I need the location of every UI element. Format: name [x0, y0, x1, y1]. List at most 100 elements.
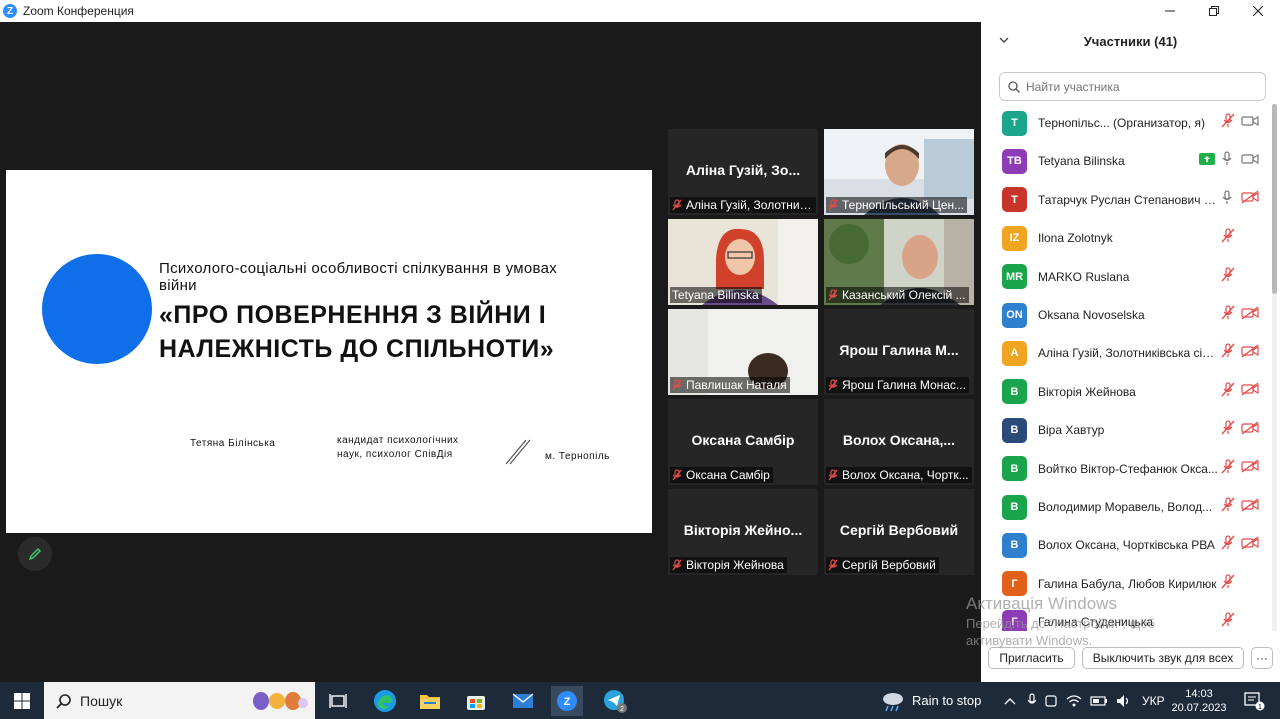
task-view-button[interactable] — [322, 686, 354, 716]
participant-list-scrollbar[interactable] — [1272, 104, 1277, 631]
mic-icon[interactable] — [1221, 151, 1233, 171]
mic-muted-icon[interactable] — [1221, 497, 1235, 517]
video-tile[interactable]: Оксана Самбір Оксана Самбір — [668, 399, 818, 485]
video-tile[interactable]: Сергій Вербовий Сергій Вербовий — [824, 489, 974, 575]
tile-name-label: Вікторія Жейнова — [670, 557, 787, 573]
zoom-taskbar-button[interactable]: Z — [551, 686, 583, 716]
video-tile[interactable]: Тернопільський Цен... — [824, 129, 974, 215]
windows-logo-icon — [14, 693, 30, 709]
mic-muted-icon[interactable] — [1221, 305, 1235, 325]
speaker-icon[interactable] — [1116, 694, 1132, 708]
language-indicator[interactable]: УКР — [1142, 694, 1165, 708]
mic-muted-icon[interactable] — [1221, 228, 1235, 248]
participant-search-box[interactable] — [999, 72, 1266, 101]
video-tile[interactable]: Казанський Олексій ... — [824, 219, 974, 305]
edge-browser-icon — [374, 690, 396, 712]
svg-text:2: 2 — [620, 706, 624, 713]
camera-icon[interactable] — [1241, 114, 1259, 132]
mic-muted-icon[interactable] — [1221, 535, 1235, 555]
tile-name-label: Тернопільський Цен... — [826, 197, 968, 213]
taskbar-search-box[interactable]: Пошук — [44, 682, 315, 719]
video-tile[interactable]: Волох Оксана,... Волох Оксана, Чортк... — [824, 399, 974, 485]
start-button[interactable] — [6, 686, 38, 716]
cloud-tray-icon[interactable] — [1044, 694, 1058, 708]
camera-off-icon[interactable] — [1241, 459, 1259, 478]
participant-row[interactable]: В Вікторія Жейнова — [981, 373, 1273, 411]
mic-muted-icon[interactable] — [1221, 113, 1235, 133]
participant-avatar: В — [1002, 379, 1027, 405]
camera-off-icon[interactable] — [1241, 497, 1259, 517]
notifications-button[interactable]: 1 — [1238, 686, 1270, 716]
video-tile[interactable]: Павлишак Наталя — [668, 309, 818, 395]
annotate-pen-button[interactable] — [18, 537, 52, 571]
participant-search-input[interactable] — [1026, 79, 1246, 94]
mic-muted-icon[interactable] — [1221, 458, 1235, 479]
camera-off-icon[interactable] — [1241, 305, 1259, 325]
file-explorer-taskbar-button[interactable] — [414, 686, 446, 716]
video-tile[interactable]: Вікторія Жейно... Вікторія Жейнова — [668, 489, 818, 575]
mail-icon — [512, 693, 534, 708]
restore-button[interactable] — [1192, 0, 1236, 22]
mic-muted-icon[interactable] — [1221, 382, 1235, 402]
video-tile-active-speaker[interactable]: Tetyana Bilinska — [668, 219, 818, 305]
slide-blue-circle — [42, 254, 152, 364]
mic-muted-icon[interactable] — [1221, 574, 1235, 594]
close-button[interactable] — [1236, 0, 1280, 22]
camera-off-icon[interactable] — [1241, 382, 1259, 401]
tile-name-label: Павлишак Наталя — [670, 377, 790, 393]
mic-muted-icon[interactable] — [1221, 266, 1235, 287]
participant-row[interactable]: Т Татарчук Руслан Степанович З... — [981, 181, 1273, 219]
weather-widget[interactable]: Rain to stop — [880, 682, 981, 719]
participant-row[interactable]: ON Oksana Novoselska — [981, 296, 1273, 334]
participant-avatar: TB — [1002, 148, 1027, 174]
participant-avatar: В — [1002, 494, 1027, 520]
mute-all-button[interactable]: Выключить звук для всех — [1082, 647, 1244, 669]
participant-row[interactable]: А Аліна Гузій, Золотниківська сіл... — [981, 334, 1273, 372]
participant-name: Тернопільс... (Организатор, я) — [1038, 116, 1205, 130]
task-view-icon — [329, 694, 347, 708]
tile-name-label: Оксана Самбір — [670, 467, 773, 483]
invite-button[interactable]: Пригласить — [988, 647, 1075, 669]
mic-icon[interactable] — [1221, 190, 1233, 210]
participant-row[interactable]: В Войтко Віктор-Стефанюк Окса... — [981, 450, 1273, 488]
mail-taskbar-button[interactable] — [507, 686, 539, 716]
camera-off-icon[interactable] — [1241, 421, 1259, 440]
participant-row[interactable]: MR MARKO Ruslana — [981, 258, 1273, 296]
mic-muted-icon — [672, 199, 682, 211]
mic-muted-icon[interactable] — [1221, 420, 1235, 440]
search-icon — [56, 693, 71, 709]
video-tile[interactable]: Ярош Галина М... Ярош Галина Монас... — [824, 309, 974, 395]
participant-row[interactable]: В Волох Оксана, Чортківська РВА — [981, 526, 1273, 564]
camera-off-icon[interactable] — [1241, 536, 1259, 555]
telegram-taskbar-button[interactable]: 2 — [599, 686, 631, 716]
zoom-logo-icon: Z — [3, 4, 17, 18]
minimize-button[interactable] — [1148, 0, 1192, 22]
chevron-up-icon[interactable] — [1004, 696, 1016, 706]
mic-muted-icon — [828, 469, 838, 481]
battery-icon[interactable] — [1090, 695, 1108, 707]
telegram-icon: 2 — [604, 690, 627, 713]
microphone-tray-icon[interactable] — [1026, 692, 1038, 709]
camera-off-icon[interactable] — [1241, 190, 1259, 209]
participant-row[interactable]: В Володимир Моравель, Волод... — [981, 488, 1273, 526]
participant-row[interactable]: TB Tetyana Bilinska — [981, 142, 1273, 180]
participant-row[interactable]: Т Тернопільс... (Организатор, я) — [981, 104, 1273, 142]
slide-slash-decoration — [505, 439, 531, 465]
participant-name: Володимир Моравель, Волод... — [1038, 500, 1213, 514]
participant-row[interactable]: В Віра Хавтур — [981, 411, 1273, 449]
edge-taskbar-button[interactable] — [369, 686, 401, 716]
participants-title: Участники (41) — [1083, 34, 1178, 49]
video-tile[interactable]: Аліна Гузій, Зо... Аліна Гузій, Золотник… — [668, 129, 818, 215]
mic-muted-icon[interactable] — [1221, 612, 1235, 631]
store-taskbar-button[interactable] — [460, 686, 492, 716]
more-options-button[interactable]: ··· — [1251, 647, 1273, 669]
mic-muted-icon[interactable] — [1221, 343, 1235, 363]
taskbar-clock[interactable]: 14:03 20.07.2023 — [1171, 682, 1226, 719]
mic-muted-icon — [672, 559, 682, 571]
tile-name-label: Tetyana Bilinska — [670, 287, 762, 303]
scrollbar-thumb[interactable] — [1272, 104, 1277, 294]
participant-row[interactable]: IZ Ilona Zolotnyk — [981, 219, 1273, 257]
wifi-icon[interactable] — [1066, 694, 1082, 708]
camera-icon[interactable] — [1241, 152, 1259, 170]
camera-off-icon[interactable] — [1241, 344, 1259, 363]
